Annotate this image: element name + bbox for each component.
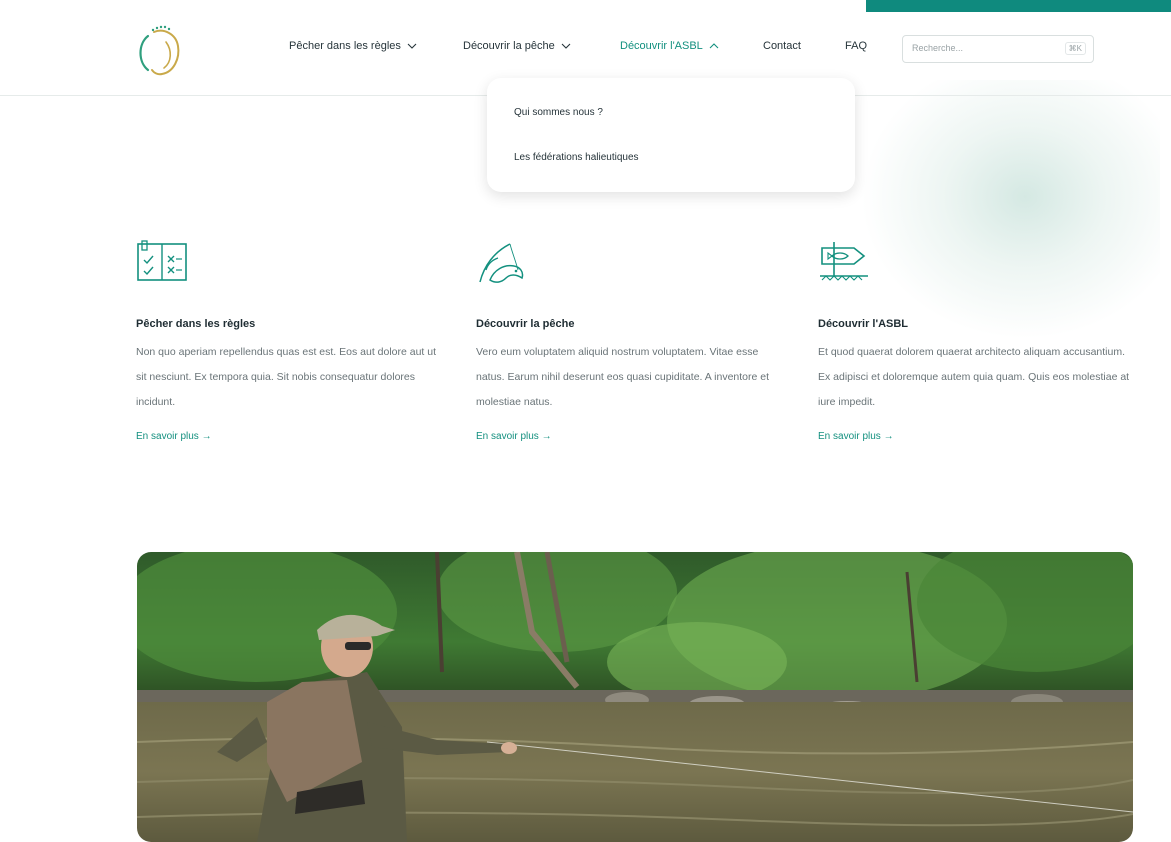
chevron-down-icon xyxy=(561,43,571,49)
nav-contact[interactable]: Contact xyxy=(763,40,801,52)
search-box: ⌘K xyxy=(902,35,1094,63)
feature-title: Découvrir l'ASBL xyxy=(818,318,909,330)
learn-more-link[interactable]: En savoir plus → xyxy=(136,431,212,442)
feature-description: Vero eum voluptatem aliquid nostrum volu… xyxy=(476,346,770,408)
background-glow xyxy=(860,80,1160,340)
logo[interactable] xyxy=(132,20,188,78)
feature-title: Découvrir la pêche xyxy=(476,318,575,330)
learn-more-link[interactable]: En savoir plus → xyxy=(476,431,552,442)
feature-description: Non quo aperiam repellendus quas est est… xyxy=(136,346,437,408)
dropdown-item-qui-sommes-nous[interactable]: Qui sommes nous ? xyxy=(514,107,603,118)
nav-decouvrir-asbl[interactable]: Découvrir l'ASBL xyxy=(620,40,719,52)
signpost-fish-icon xyxy=(820,242,868,281)
asbl-dropdown-menu: Qui sommes nous ? Les fédérations halieu… xyxy=(487,78,855,192)
search-input[interactable] xyxy=(910,42,1054,54)
fly-fisherman-in-river-photo xyxy=(137,552,1133,842)
nav-label: Contact xyxy=(763,40,801,52)
chevron-down-icon xyxy=(407,43,417,49)
nav-label: Découvrir la pêche xyxy=(463,40,555,52)
nav-label: FAQ xyxy=(845,40,868,52)
feature-pecher: Pêcher dans les règles Non quo aperiam r… xyxy=(136,240,456,442)
nav-faq[interactable]: FAQ xyxy=(845,40,867,52)
feature-title: Pêcher dans les règles xyxy=(136,318,256,330)
feature-decouvrir-peche: Découvrir la pêche Vero eum voluptatem a… xyxy=(476,240,796,442)
nav-pecher-dans-les-regles[interactable]: Pêcher dans les règles xyxy=(289,40,417,52)
feature-description: Et quod quaerat dolorem quaerat architec… xyxy=(818,346,1130,408)
nav-label: Découvrir l'ASBL xyxy=(620,40,703,52)
fishing-rod-fish-icon xyxy=(479,243,524,283)
feature-decouvrir-asbl: Découvrir l'ASBL Et quod quaerat dolorem… xyxy=(818,240,1138,442)
nav-label: Pêcher dans les règles xyxy=(289,40,401,52)
search-shortcut: ⌘K xyxy=(1064,42,1086,55)
chevron-up-icon xyxy=(709,43,719,49)
nav-decouvrir-la-peche[interactable]: Découvrir la pêche xyxy=(463,40,571,52)
rulebook-icon xyxy=(137,240,187,281)
dropdown-item-federations[interactable]: Les fédérations halieutiques xyxy=(514,152,639,163)
learn-more-link[interactable]: En savoir plus → xyxy=(818,431,894,442)
